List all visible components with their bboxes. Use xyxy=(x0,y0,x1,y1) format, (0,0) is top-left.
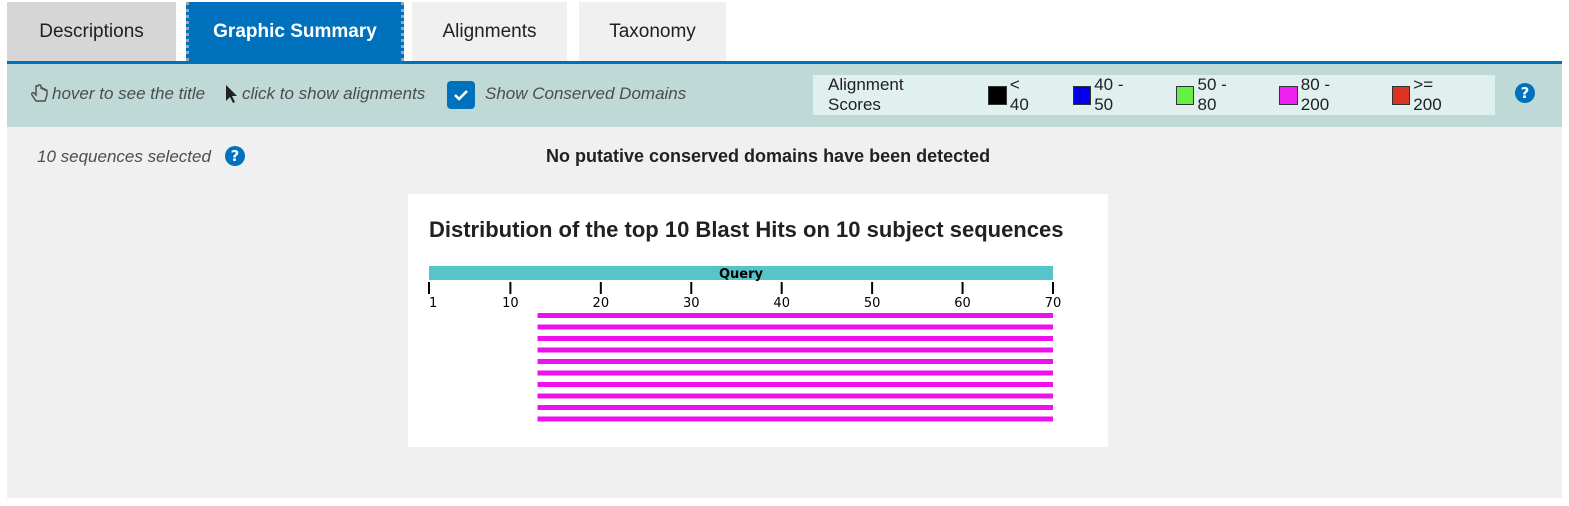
hit-bar[interactable] xyxy=(537,393,1053,399)
graphic-summary-panel: 10 sequences selected ? No putative cons… xyxy=(7,127,1562,498)
pointing-hand-icon xyxy=(31,84,48,102)
hit-bar[interactable] xyxy=(537,359,1053,364)
legend-swatch xyxy=(1279,85,1298,105)
show-conserved-domains-checkbox[interactable] xyxy=(447,81,475,109)
legend-swatch xyxy=(1391,85,1411,105)
graphic-toolbar: hover to see the title click to show ali… xyxy=(7,64,1562,127)
ruler-tick-label: 40 xyxy=(773,296,790,311)
hit-bar[interactable] xyxy=(537,416,1053,422)
hit-bar[interactable] xyxy=(537,347,1053,353)
ruler-tick-label: 70 xyxy=(1045,296,1062,311)
ruler-tick-label: 50 xyxy=(864,296,881,311)
blast-hits-graphic: Distribution of the top 10 Blast Hits on… xyxy=(408,194,1108,447)
legend-swatch xyxy=(1175,85,1195,105)
no-conserved-domains-message: No putative conserved domains have been … xyxy=(546,146,991,166)
hit-bar[interactable] xyxy=(537,336,1053,341)
ruler-tick-label: 10 xyxy=(502,296,519,311)
cursor-arrow-icon xyxy=(226,85,237,103)
legend-swatch xyxy=(1072,85,1092,105)
checkmark-icon xyxy=(454,90,468,101)
click-hint: click to show alignments xyxy=(225,84,425,104)
hits-svg: Query 1 10 20 30 40 50 60 70 xyxy=(428,266,1062,422)
tab-taxonomy[interactable]: Taxonomy xyxy=(579,2,726,61)
legend-label: >= 200 xyxy=(1413,75,1442,114)
legend-help-icon[interactable]: ? xyxy=(1515,83,1535,103)
legend-item: 80 - 200 xyxy=(1279,75,1362,115)
hover-hint-text: hover to see the title xyxy=(52,84,206,103)
show-conserved-domains-label[interactable]: Show Conserved Domains xyxy=(485,84,686,104)
legend-item: >= 200 xyxy=(1391,75,1465,115)
query-label: Query xyxy=(719,267,764,282)
tab-descriptions[interactable]: Descriptions xyxy=(7,2,176,61)
ruler-tick-label: 20 xyxy=(593,296,610,311)
sequences-help-icon[interactable]: ? xyxy=(225,146,245,166)
alignment-scores-legend: Alignment Scores < 40 40 - 50 50 - 80 80… xyxy=(813,75,1495,115)
legend-item: < 40 xyxy=(988,75,1042,115)
result-tabs: Descriptions Graphic Summary Alignments … xyxy=(7,2,726,61)
ruler-tick-label: 30 xyxy=(683,296,700,311)
legend-label: < 40 xyxy=(1009,75,1029,114)
hit-bar[interactable] xyxy=(537,382,1053,387)
sequences-selected-text: 10 sequences selected xyxy=(37,147,211,166)
ruler-tick-label: 60 xyxy=(954,296,971,311)
ruler-tick-label: 1 xyxy=(429,296,437,311)
legend-item: 40 - 50 xyxy=(1072,75,1146,115)
hit-bar[interactable] xyxy=(537,324,1053,330)
legend-label: 50 - 80 xyxy=(1197,75,1227,114)
legend-label: 80 - 200 xyxy=(1300,75,1331,114)
tab-graphic-summary[interactable]: Graphic Summary xyxy=(186,2,404,61)
tab-alignments[interactable]: Alignments xyxy=(412,2,567,61)
legend-swatch xyxy=(988,85,1007,105)
hit-bar[interactable] xyxy=(537,313,1053,318)
click-hint-text: click to show alignments xyxy=(242,84,426,103)
legend-title: Alignment Scores xyxy=(828,75,904,114)
hit-bar[interactable] xyxy=(537,405,1053,410)
hit-bar[interactable] xyxy=(537,370,1053,376)
legend-label: 40 - 50 xyxy=(1094,75,1124,114)
legend-item: 50 - 80 xyxy=(1175,75,1249,115)
hover-hint: hover to see the title xyxy=(31,84,205,104)
